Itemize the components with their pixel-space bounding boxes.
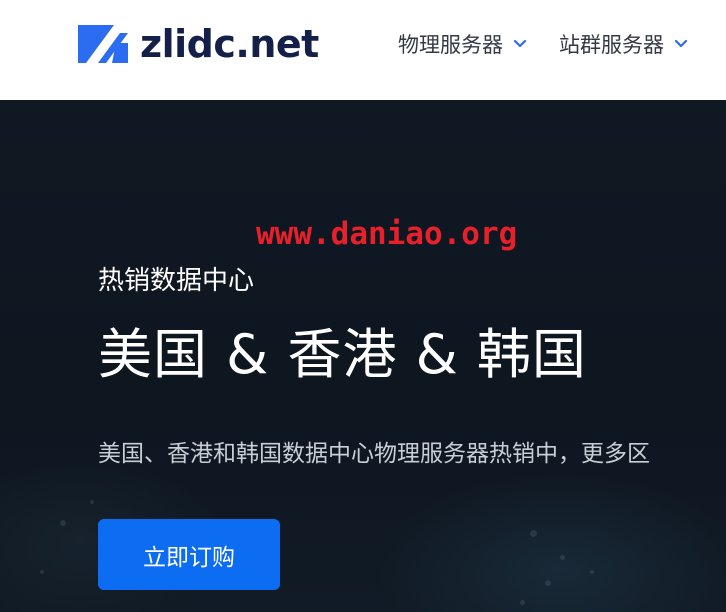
main-nav: 物理服务器 站群服务器 xyxy=(398,28,720,60)
site-logo[interactable]: zlidc.net xyxy=(76,22,319,66)
order-now-button[interactable]: 立即订购 xyxy=(98,519,280,590)
logo-text: zlidc.net xyxy=(140,22,319,66)
nav-item-cluster-servers[interactable]: 站群服务器 xyxy=(559,29,688,59)
hero-description: 美国、香港和韩国数据中心物理服务器热销中，更多区 xyxy=(98,441,650,467)
chevron-down-icon xyxy=(513,39,527,48)
hero-banner: www.daniao.org 热销数据中心 美国 & 香港 & 韩国 美国、香港… xyxy=(0,100,726,612)
hero-headline: 美国 & 香港 & 韩国 xyxy=(98,323,587,386)
hero-subtitle: 热销数据中心 xyxy=(98,266,255,296)
page: zlidc.net 物理服务器 站群服务器 www.daniao.org 热销数… xyxy=(0,0,726,612)
zl-logo-icon xyxy=(78,25,128,63)
watermark-text: www.daniao.org xyxy=(256,216,518,252)
nav-item-label: 物理服务器 xyxy=(398,33,503,57)
nav-item-dedicated-servers[interactable]: 物理服务器 xyxy=(398,29,527,59)
chevron-down-icon xyxy=(674,39,688,48)
site-header: zlidc.net 物理服务器 站群服务器 xyxy=(0,0,726,100)
nav-item-label: 站群服务器 xyxy=(559,33,664,57)
